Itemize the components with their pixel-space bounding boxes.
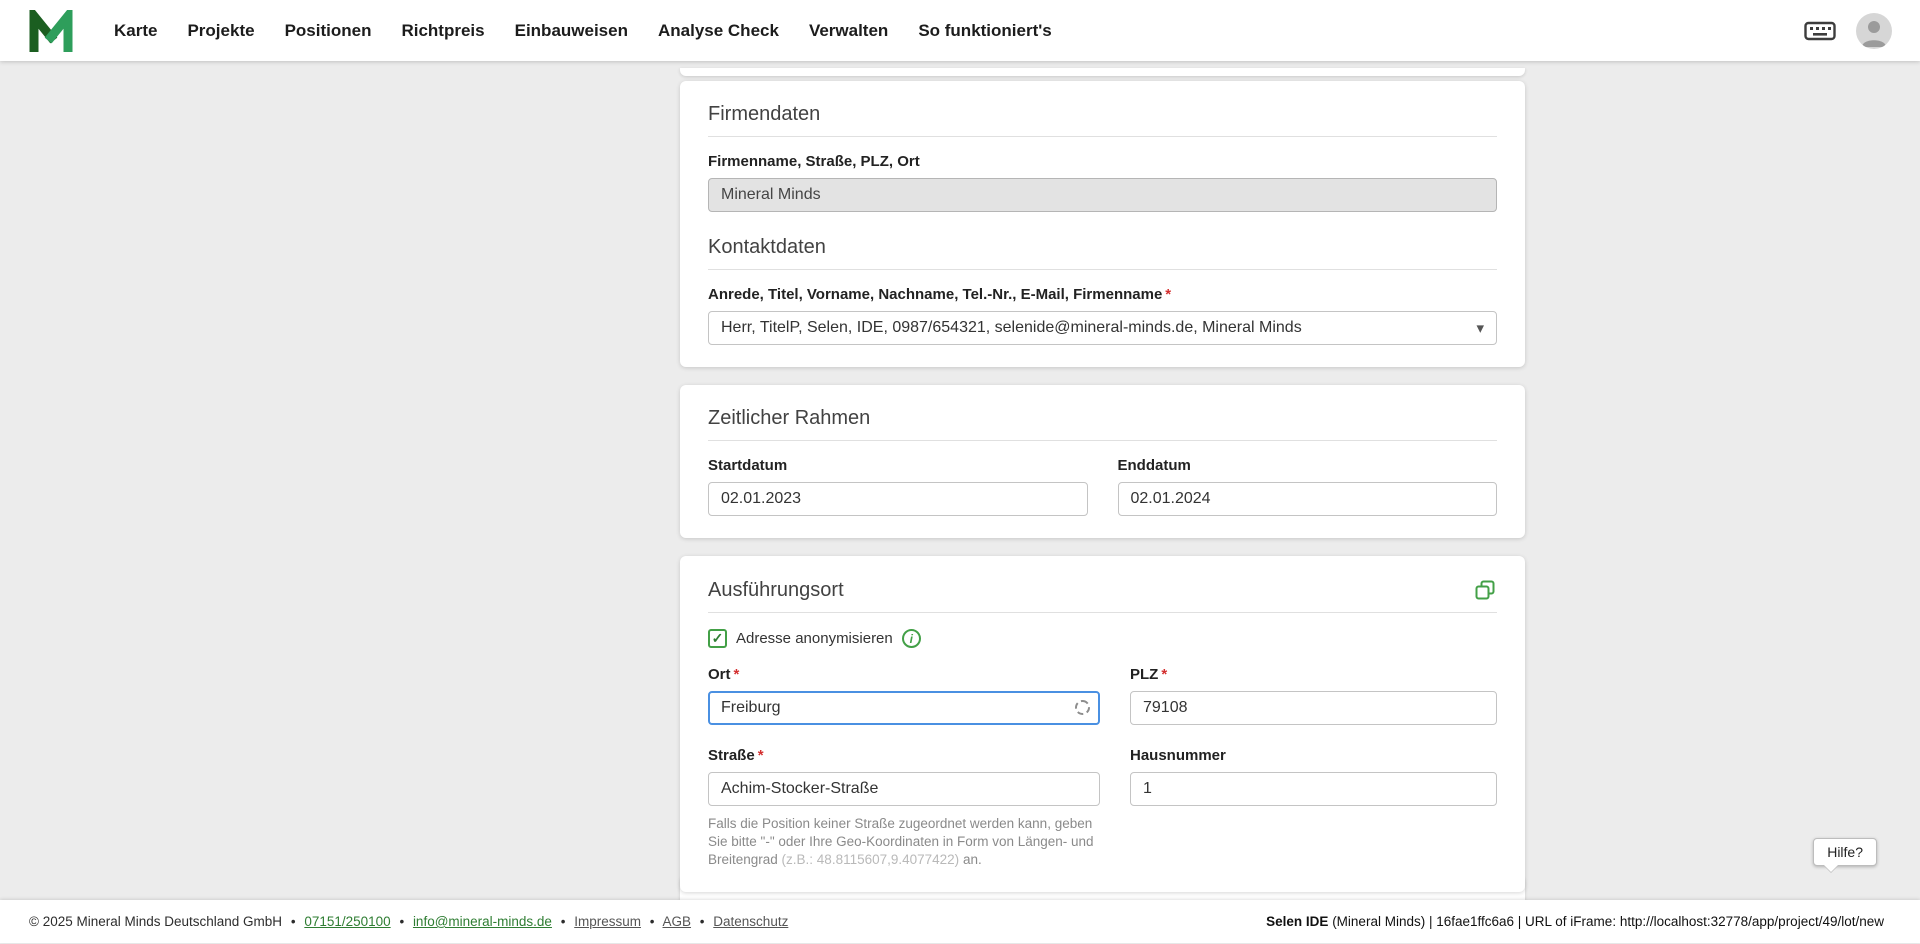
separator: •	[700, 914, 705, 929]
card-zeitlicher-rahmen: Zeitlicher Rahmen Startdatum Enddatum	[680, 385, 1525, 538]
required-marker: *	[1165, 286, 1171, 303]
plz-field: PLZ*	[1130, 666, 1497, 725]
copyright-text: © 2025 Mineral Minds Deutschland GmbH	[29, 914, 282, 929]
divider	[708, 269, 1497, 270]
nav-item-karte[interactable]: Karte	[114, 21, 157, 41]
nav-item-einbauweisen[interactable]: Einbauweisen	[515, 21, 628, 41]
plz-label: PLZ*	[1130, 666, 1497, 684]
divider	[708, 612, 1497, 613]
startdatum-input[interactable]	[708, 482, 1088, 516]
kontakt-label-text: Anrede, Titel, Vorname, Nachname, Tel.-N…	[708, 286, 1162, 303]
debug-info-detail: (Mineral Minds) | 16fae1ffc6a6 | URL of …	[1328, 914, 1884, 929]
footer-phone-link[interactable]: 07151/250100	[304, 914, 390, 929]
loading-spinner-icon	[1075, 700, 1090, 715]
separator: •	[291, 914, 296, 929]
strasse-label: Straße*	[708, 747, 1100, 765]
section-title-firmendaten: Firmendaten	[708, 103, 1497, 126]
enddatum-label: Enddatum	[1118, 457, 1498, 475]
ort-field: Ort*	[708, 666, 1100, 725]
footer-agb-link[interactable]: AGB	[663, 914, 692, 929]
divider	[708, 136, 1497, 137]
separator: •	[399, 914, 404, 929]
section-title-zeitlicher-rahmen: Zeitlicher Rahmen	[708, 407, 1497, 430]
enddatum-input[interactable]	[1118, 482, 1498, 516]
check-icon: ✓	[712, 630, 724, 647]
nav-item-richtpreis[interactable]: Richtpreis	[401, 21, 484, 41]
ort-input[interactable]	[708, 691, 1100, 725]
top-nav: Karte Projekte Positionen Richtpreis Ein…	[0, 0, 1920, 61]
help-button[interactable]: Hilfe?	[1813, 838, 1877, 866]
nav-item-positionen[interactable]: Positionen	[285, 21, 372, 41]
debug-info: Selen IDE (Mineral Minds) | 16fae1ffc6a6…	[1251, 899, 1884, 944]
footer-datenschutz-link[interactable]: Datenschutz	[713, 914, 788, 929]
hausnummer-label: Hausnummer	[1130, 747, 1497, 765]
form-column: Firmendaten Firmenname, Straße, PLZ, Ort…	[680, 81, 1525, 910]
nav-item-analyse-check[interactable]: Analyse Check	[658, 21, 779, 41]
anonymize-row: ✓ Adresse anonymisieren i	[708, 629, 1497, 648]
nav-item-verwalten[interactable]: Verwalten	[809, 21, 888, 41]
brand-logo[interactable]	[28, 10, 74, 52]
required-marker: *	[1161, 666, 1167, 683]
kontakt-label: Anrede, Titel, Vorname, Nachname, Tel.-N…	[708, 286, 1497, 304]
nav-item-so-funktionierts[interactable]: So funktioniert's	[918, 21, 1051, 41]
anonymize-label: Adresse anonymisieren	[736, 630, 893, 647]
logo-icon	[28, 10, 74, 52]
divider	[708, 440, 1497, 441]
keyboard-icon[interactable]	[1804, 20, 1836, 42]
kontakt-select[interactable]: Herr, TitelP, Selen, IDE, 0987/654321, s…	[708, 311, 1497, 345]
chevron-down-icon: ▾	[1476, 319, 1484, 337]
section-title-kontaktdaten: Kontaktdaten	[708, 236, 1497, 259]
strasse-field: Straße* Falls die Position keiner Straße…	[708, 747, 1100, 870]
hausnummer-input[interactable]	[1130, 772, 1497, 806]
footer-links: © 2025 Mineral Minds Deutschland GmbH • …	[29, 914, 788, 929]
copy-icon[interactable]	[1473, 578, 1497, 602]
startdatum-label: Startdatum	[708, 457, 1088, 475]
separator: •	[561, 914, 566, 929]
plz-input[interactable]	[1130, 691, 1497, 725]
ort-label-text: Ort	[708, 666, 731, 683]
separator: •	[650, 914, 655, 929]
company-input	[708, 178, 1497, 212]
kontakt-select-value: Herr, TitelP, Selen, IDE, 0987/654321, s…	[721, 319, 1302, 337]
info-icon[interactable]: i	[902, 629, 921, 648]
anonymize-checkbox[interactable]: ✓	[708, 629, 727, 648]
nav-item-projekte[interactable]: Projekte	[187, 21, 254, 41]
footer: © 2025 Mineral Minds Deutschland GmbH • …	[0, 900, 1920, 943]
plz-label-text: PLZ	[1130, 666, 1158, 683]
user-icon	[1856, 13, 1892, 49]
strasse-input[interactable]	[708, 772, 1100, 806]
card-above-partial	[680, 68, 1525, 76]
required-marker: *	[734, 666, 740, 683]
footer-impressum-link[interactable]: Impressum	[574, 914, 641, 929]
header-icons	[1804, 13, 1892, 49]
strasse-hint: Falls die Position keiner Straße zugeord…	[708, 815, 1100, 870]
required-marker: *	[758, 747, 764, 764]
section-title-ausfuehrungsort: Ausführungsort	[708, 579, 844, 602]
card-ausfuehrungsort: Ausführungsort ✓ Adresse anonymisieren i…	[680, 556, 1525, 892]
company-label: Firmenname, Straße, PLZ, Ort	[708, 153, 1497, 171]
footer-email-link[interactable]: info@mineral-minds.de	[413, 914, 552, 929]
strasse-label-text: Straße	[708, 747, 755, 764]
main-nav: Karte Projekte Positionen Richtpreis Ein…	[114, 21, 1052, 41]
card-firmendaten: Firmendaten Firmenname, Straße, PLZ, Ort…	[680, 81, 1525, 367]
ort-label: Ort*	[708, 666, 1100, 684]
hausnummer-field: Hausnummer	[1130, 747, 1497, 870]
enddatum-field: Enddatum	[1118, 457, 1498, 516]
hint-suffix: an.	[959, 852, 982, 867]
startdatum-field: Startdatum	[708, 457, 1088, 516]
avatar[interactable]	[1856, 13, 1892, 49]
debug-info-app: Selen IDE	[1266, 914, 1328, 929]
hint-example: (z.B.: 48.8115607,9.4077422)	[782, 852, 960, 867]
